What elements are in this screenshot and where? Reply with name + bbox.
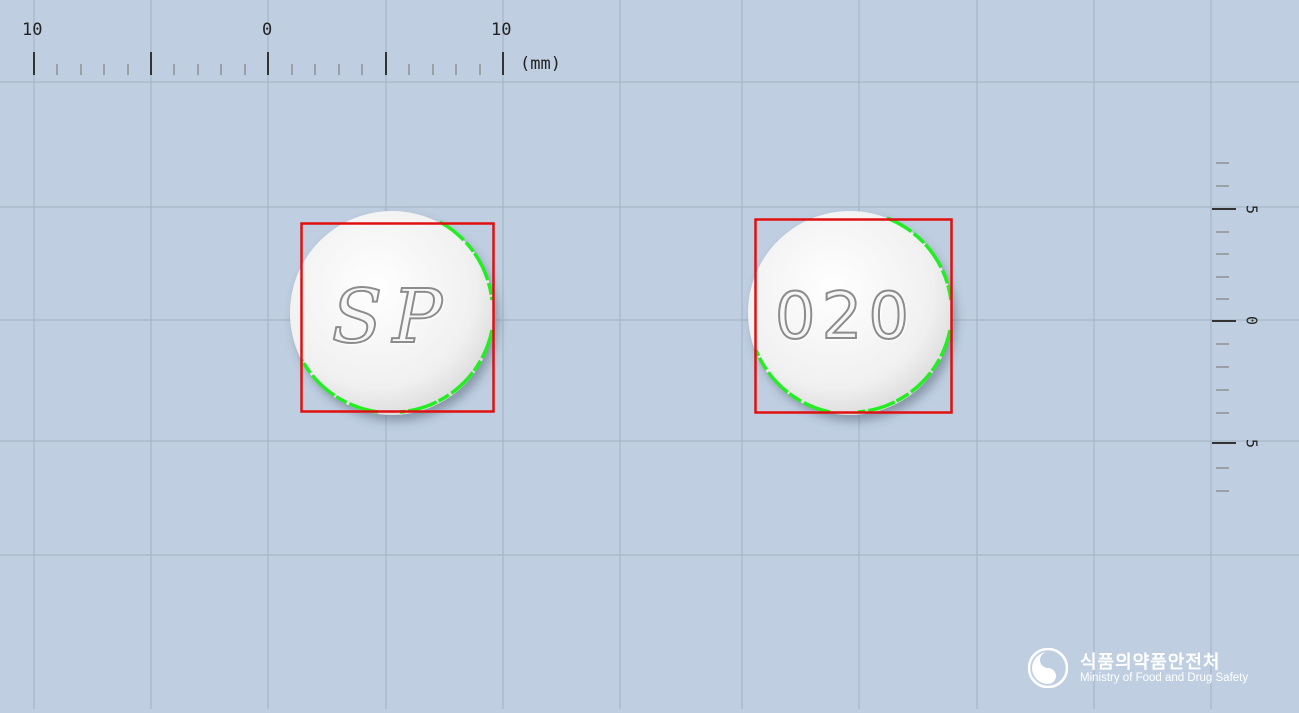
mfds-name-korean: 식품의약품안전처	[1080, 652, 1221, 673]
mfds-name-english: Ministry of Food and Drug Safety	[1080, 672, 1249, 684]
side-ruler-label-bottom: 5	[1242, 438, 1261, 449]
side-ruler-label-top: 5	[1242, 204, 1261, 215]
pill-identification-view: SP 020 10 0 10 (mm) 5 0 5 식품의약품안전처 Minis…	[0, 0, 1299, 709]
top-ruler-ticks	[33, 52, 504, 75]
photo-scene: SP 020	[0, 0, 1299, 709]
top-ruler-label-right: 10	[491, 20, 512, 40]
mfds-logo: 식품의약품안전처 Ministry of Food and Drug Safet…	[1028, 646, 1278, 694]
ruler-unit-label: (mm)	[520, 54, 561, 74]
pill-back: 020	[748, 211, 953, 415]
background-grid	[0, 0, 1299, 709]
top-ruler-label-left: 10	[22, 20, 43, 40]
side-ruler-label-zero: 0	[1242, 315, 1261, 326]
pill-front-imprint: SP	[332, 274, 453, 360]
top-ruler-label-zero: 0	[262, 20, 273, 40]
mfds-emblem-icon	[1028, 648, 1068, 688]
side-ruler-ticks	[1212, 162, 1236, 492]
pill-front: SP	[290, 211, 495, 415]
pill-back-imprint: 020	[775, 280, 915, 354]
